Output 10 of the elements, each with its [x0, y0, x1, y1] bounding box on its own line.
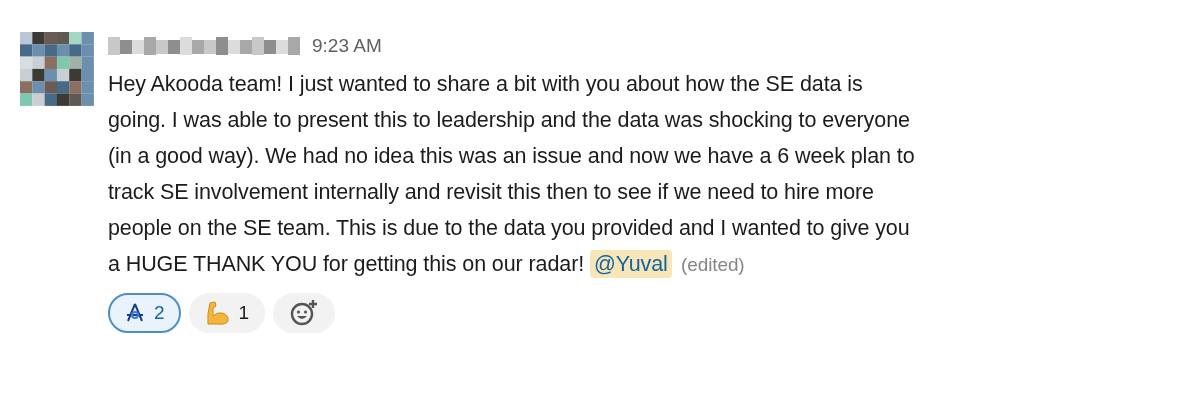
user-mention[interactable]: @Yuval: [589, 250, 672, 278]
flexed-arm-icon: [204, 300, 231, 326]
add-emoji-icon: [289, 299, 320, 327]
add-reaction-button[interactable]: [273, 293, 336, 333]
edited-label: (edited): [679, 254, 745, 275]
reaction-button[interactable]: 2: [108, 293, 181, 333]
message-time: 9:23 AM: [312, 35, 382, 57]
logo-icon: [124, 302, 146, 324]
message-text: Hey Akooda team! I just wanted to share a bit with you about how the SE data is going. I was able to present this to leadership and the data was shocking to everyone (in a good way). We had no idea this was an issue and now we have a 6 week plan to track SE involvement internally and revisit this then to see if we need to hire more people on the SE team. This is due to the data you provided and I wanted to give you a HUGE THANK YOU for getting this on our radar! @Yuval (edited): [108, 71, 915, 280]
reaction-button[interactable]: 1: [188, 293, 266, 333]
